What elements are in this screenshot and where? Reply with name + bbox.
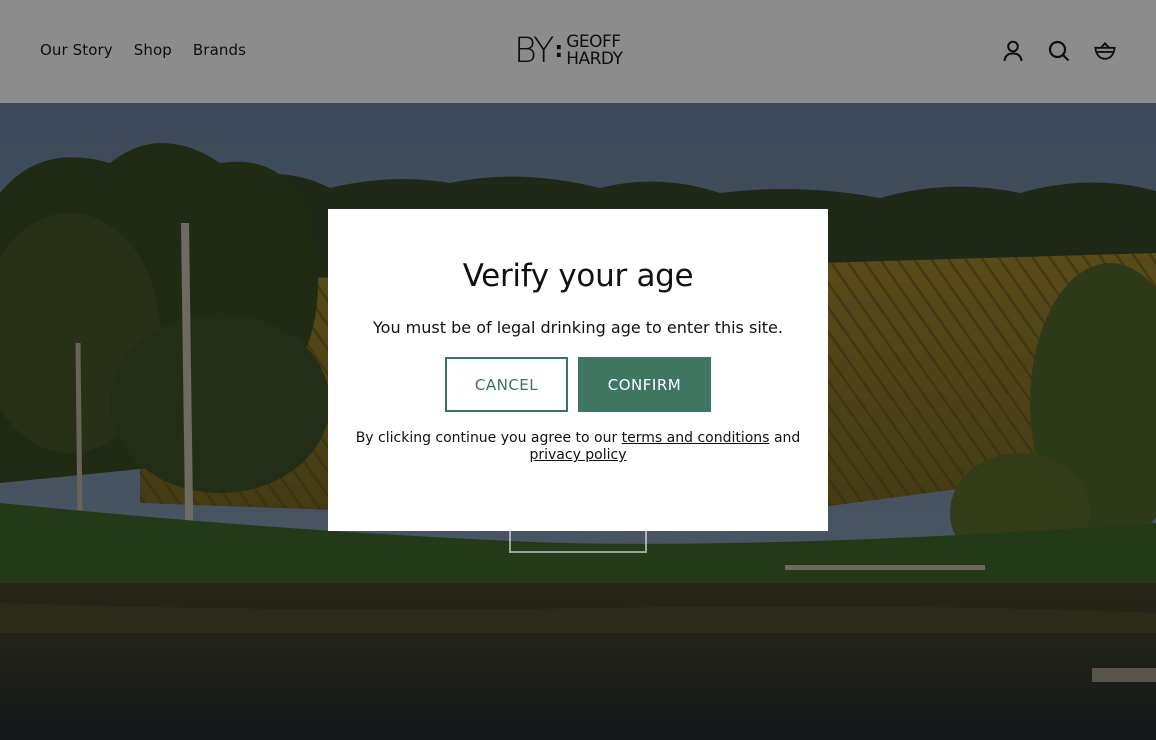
confirm-button[interactable]: CONFIRM: [578, 357, 711, 412]
legal-notice: By clicking continue you agree to our te…: [328, 430, 828, 464]
age-verification-modal: Verify your age You must be of legal dri…: [328, 209, 828, 531]
legal-and: and: [773, 430, 801, 446]
cancel-button[interactable]: CANCEL: [445, 357, 568, 412]
modal-title: Verify your age: [462, 258, 694, 294]
modal-actions: CANCEL CONFIRM: [328, 357, 828, 412]
legal-prefix: By clicking continue you agree to our: [355, 430, 618, 446]
privacy-link[interactable]: privacy policy: [529, 447, 626, 463]
terms-link[interactable]: terms and conditions: [622, 430, 770, 446]
modal-subtitle: You must be of legal drinking age to ent…: [373, 318, 783, 337]
